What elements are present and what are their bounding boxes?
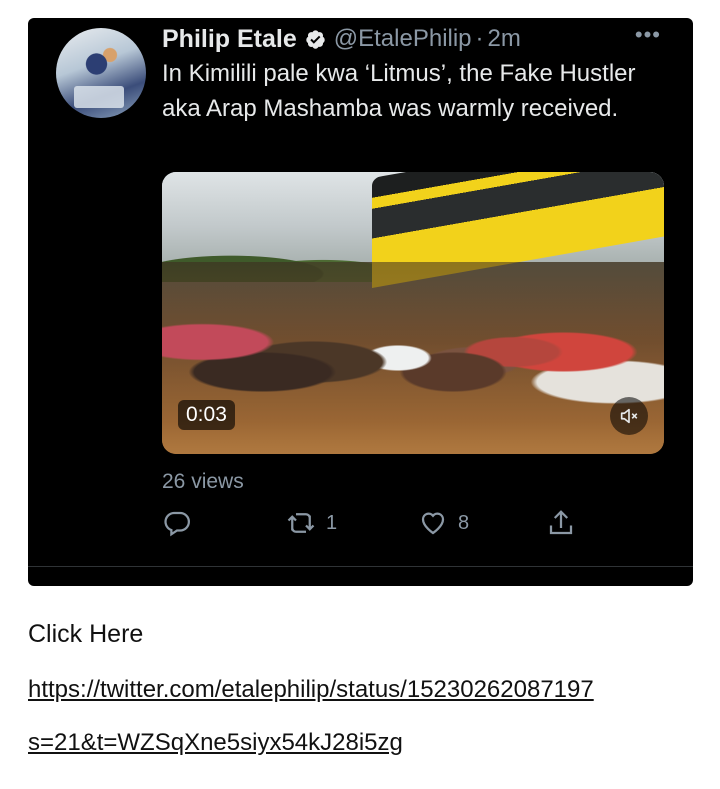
share-button[interactable] bbox=[546, 508, 576, 538]
muted-speaker-icon[interactable] bbox=[610, 397, 648, 435]
reply-button[interactable] bbox=[162, 508, 192, 538]
author-handle[interactable]: @EtalePhilip bbox=[334, 25, 472, 53]
retweet-button[interactable]: 1 bbox=[286, 508, 337, 538]
author-name[interactable]: Philip Etale bbox=[162, 25, 297, 54]
like-button[interactable]: 8 bbox=[418, 508, 469, 538]
tweet-link-continued[interactable]: s=21&t=WZSqXne5siyx54kJ28i5zg bbox=[28, 729, 403, 757]
tweet-link[interactable]: https://twitter.com/etalephilip/status/1… bbox=[28, 676, 594, 704]
like-count: 8 bbox=[458, 511, 470, 534]
avatar[interactable] bbox=[56, 28, 146, 118]
click-here-text: Click Here bbox=[28, 620, 144, 648]
tweet-timestamp[interactable]: 2m bbox=[488, 25, 521, 53]
view-count: 26 views bbox=[162, 470, 244, 493]
share-icon bbox=[549, 510, 573, 535]
retweet-icon bbox=[287, 513, 315, 533]
reply-icon bbox=[164, 511, 190, 537]
tweet-text: In Kimilili pale kwa ‘Litmus’, the Fake … bbox=[162, 60, 636, 122]
more-options-icon[interactable]: ••• bbox=[635, 24, 661, 46]
video-thumbnail-crowd bbox=[162, 262, 664, 454]
separator-dot: · bbox=[475, 25, 484, 52]
verified-badge-icon bbox=[305, 29, 326, 50]
heart-icon bbox=[421, 512, 445, 535]
video-player[interactable]: 0:03 bbox=[162, 172, 664, 454]
tweet-card[interactable]: Philip Etale @EtalePhilip · 2m ••• In Ki… bbox=[28, 18, 693, 586]
divider bbox=[28, 566, 693, 567]
video-duration: 0:03 bbox=[178, 400, 235, 430]
retweet-count: 1 bbox=[326, 511, 338, 534]
tweet-actions: 1 8 bbox=[162, 508, 622, 548]
tweet-header: Philip Etale @EtalePhilip · 2m bbox=[162, 23, 521, 55]
